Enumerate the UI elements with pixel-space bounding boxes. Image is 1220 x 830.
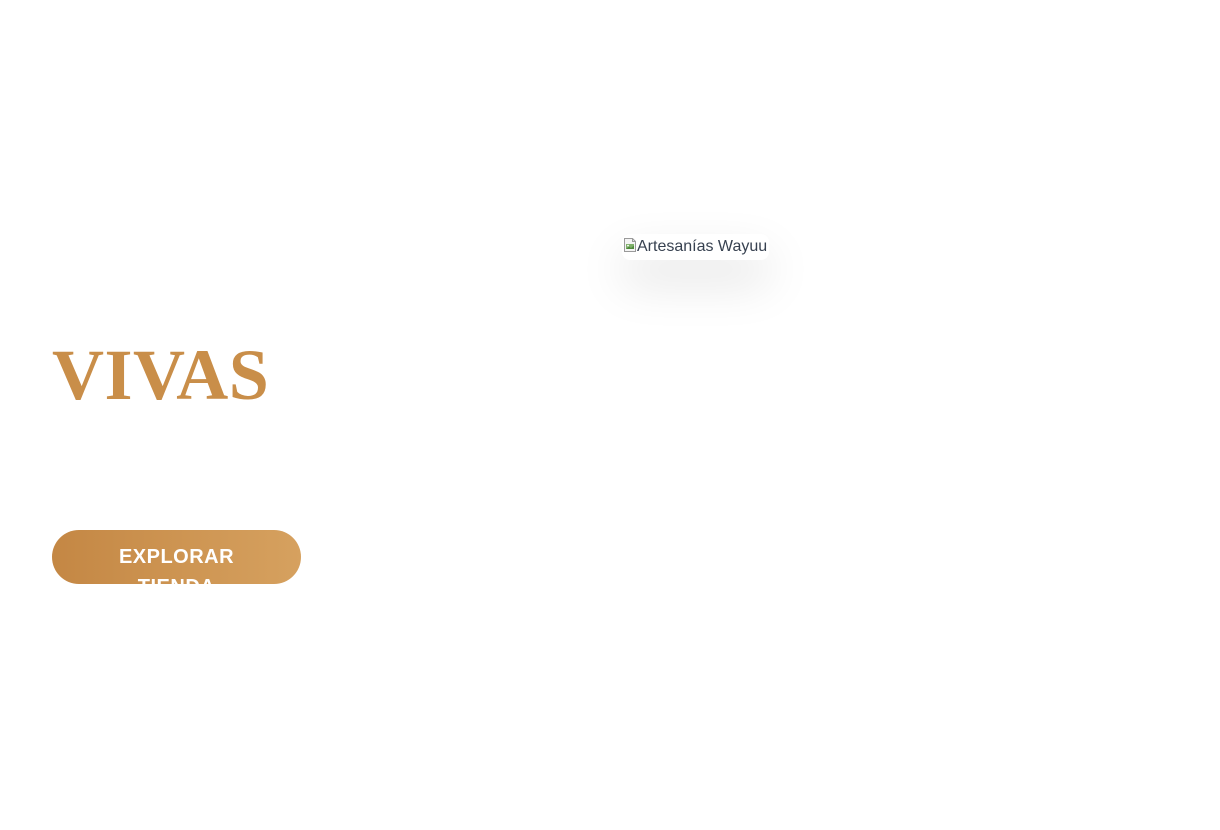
broken-image-icon <box>622 237 638 253</box>
explore-store-button-label: EXPLORAR TIENDA <box>118 546 235 584</box>
hero-heading: VIVAS <box>52 335 270 415</box>
image-alt-text: Artesanías Wayuu <box>637 238 768 255</box>
explore-store-button[interactable]: EXPLORAR TIENDA <box>52 530 301 584</box>
hero-image: Artesanías Wayuu <box>622 234 770 260</box>
